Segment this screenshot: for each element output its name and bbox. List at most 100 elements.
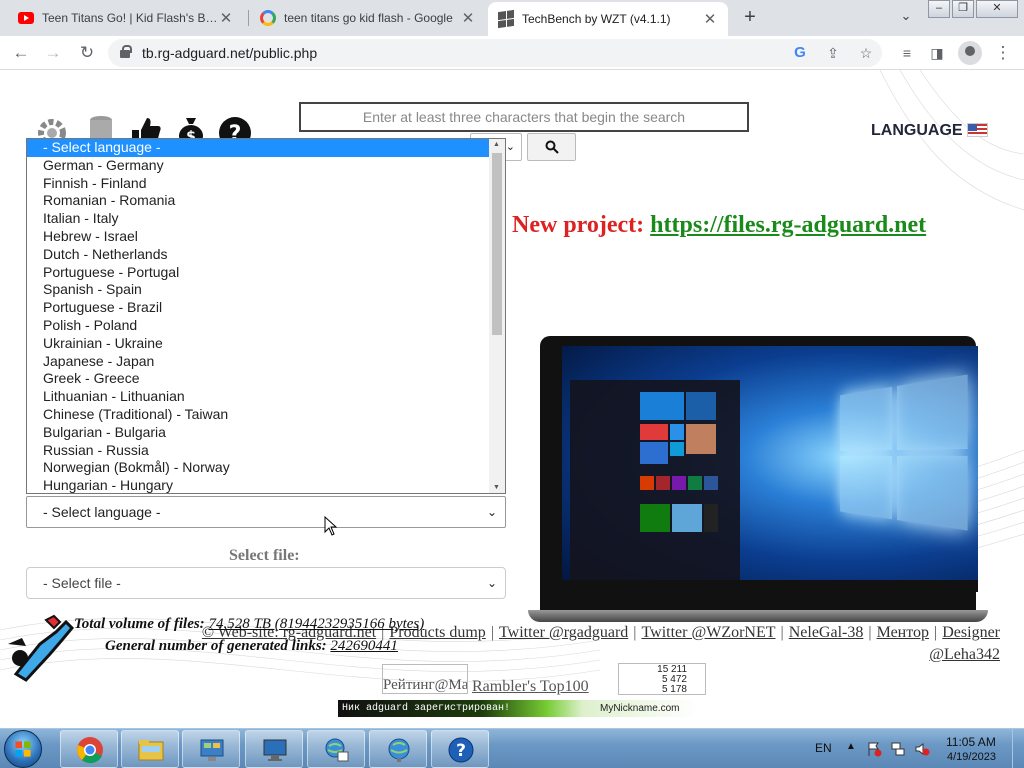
footer-link-twitter-rgadguard[interactable]: Twitter @rgadguard [499,624,628,641]
taskbar-internet[interactable] [369,730,427,768]
taskbar-network[interactable] [307,730,365,768]
google-icon [260,10,276,26]
language-option[interactable]: Italian - Italy [27,210,505,228]
nickname-banner-site: MyNickname.com [600,703,680,714]
close-window-button[interactable]: ✕ [976,0,1018,18]
language-select-value: - Select language - [43,504,161,520]
language-option[interactable]: Norwegian (Bokmål) - Norway [27,459,505,477]
control-panel-icon [200,739,224,761]
language-option[interactable]: Portuguese - Portugal [27,264,505,282]
runner-logo-icon [8,614,75,682]
screen-taskbar-image [562,580,978,592]
close-icon[interactable]: ✕ [702,10,718,28]
footer-link-leha[interactable]: @Leha342 [929,646,1000,663]
clock-date[interactable]: 4/19/2023 [947,751,996,763]
mailru-counter[interactable]: Рейтинг@Mail.ru [382,664,468,694]
language-option[interactable]: German - Germany [27,157,505,175]
language-option[interactable]: Ukrainian - Ukraine [27,335,505,353]
windows-taskbar: ? EN ▲ 11:05 AM 4/19/2023 [0,728,1024,768]
language-option[interactable]: Polish - Poland [27,317,505,335]
language-option[interactable]: Hungarian - Hungary [27,477,505,493]
language-option[interactable]: Chinese (Traditional) - Taiwan [27,406,505,424]
share-icon[interactable]: ⇪ [823,43,843,63]
volume-muted-icon[interactable] [914,741,930,757]
rambler-counter[interactable]: Rambler's Top100 [472,678,589,696]
globe-icon [388,738,410,762]
file-select[interactable]: - Select file - ⌄ [26,567,506,599]
reading-list-icon[interactable]: ≡ [896,42,918,64]
show-desktop-button[interactable] [1012,729,1024,768]
laptop-image [528,336,988,626]
total-volume-value: 74.528 TB (81944232935166 bytes) [208,616,425,632]
profile-avatar[interactable] [958,41,982,65]
taskbar-chrome[interactable] [60,730,118,768]
tab-title: TechBench by WZT (v4.1.1) [522,12,671,26]
lock-icon[interactable] [120,45,132,58]
tab-search-chevron-icon[interactable]: ⌄ [896,8,916,28]
language-option[interactable]: Bulgarian - Bulgaria [27,424,505,442]
restore-button[interactable]: ❐ [952,0,974,18]
scroll-down-arrow-icon[interactable]: ▼ [493,484,500,491]
nickname-banner[interactable]: Ник adguard зарегистрирован! MyNickname.… [338,700,698,717]
start-button[interactable] [4,730,42,768]
search-button[interactable] [527,133,576,161]
new-project-link[interactable]: https://files.rg-adguard.net [650,212,926,238]
language-option[interactable]: Spanish - Spain [27,281,505,299]
language-option[interactable]: Portuguese - Brazil [27,299,505,317]
action-center-flag-icon[interactable] [866,741,882,757]
minimize-button[interactable]: – [928,0,950,18]
taskbar-explorer[interactable] [121,730,179,768]
taskbar-computer[interactable] [245,730,303,768]
language-option[interactable]: Japanese - Japan [27,353,505,371]
language-option[interactable]: Finnish - Finland [27,175,505,193]
close-icon[interactable]: ✕ [218,9,234,27]
windows-favicon-icon [498,9,514,29]
liveinternet-counter[interactable]: 15 211 5 472 5 178 [618,663,706,695]
url-text[interactable]: tb.rg-adguard.net/public.php [142,45,317,61]
us-flag-icon[interactable] [967,123,988,137]
back-arrow-icon[interactable]: ← [10,42,32,64]
reload-icon[interactable]: ↻ [76,42,98,64]
bookmark-star-icon[interactable]: ☆ [856,43,876,63]
footer-link-twitter-wzornet[interactable]: Twitter @WZorNET [642,624,776,641]
forward-arrow-icon[interactable]: → [42,42,64,64]
scrollbar-thumb[interactable] [492,153,502,335]
windows-logo-icon [840,373,974,538]
input-language[interactable]: EN [815,741,832,755]
close-icon[interactable]: ✕ [460,9,476,27]
tab-youtube[interactable]: Teen Titans Go! | Kid Flash's Best ✕ [8,0,244,36]
dropdown-scrollbar[interactable]: ▲ ▼ [489,139,505,493]
chrome-icon [77,737,103,764]
search-icon [545,140,559,154]
side-panel-icon[interactable]: ◨ [926,42,948,64]
new-tab-button[interactable]: + [738,6,762,30]
language-select[interactable]: - Select language - ⌄ [26,496,506,528]
language-option[interactable]: Greek - Greece [27,370,505,388]
footer-link-mentor[interactable]: Ментор [877,624,929,641]
footer-link-designer[interactable]: Designer [942,624,1000,641]
language-dropdown-list[interactable]: - Select language - German - Germany Finni… [26,138,506,494]
language-label[interactable]: LANGUAGE [871,122,963,140]
footer-link-nelegal[interactable]: NeleGal-38 [789,624,864,641]
show-hidden-icons-icon[interactable]: ▲ [846,741,856,752]
language-option[interactable]: Hebrew - Israel [27,228,505,246]
generated-links-value: 242690441 [330,638,398,654]
language-option[interactable]: Russian - Russia [27,442,505,460]
language-option[interactable]: Dutch - Netherlands [27,246,505,264]
search-input[interactable]: Enter at least three characters that beg… [299,102,749,132]
menu-kebab-icon[interactable]: ⋮ [992,42,1014,64]
scroll-up-arrow-icon[interactable]: ▲ [493,141,500,148]
tab-title: Teen Titans Go! | Kid Flash's Best [42,11,218,25]
language-option[interactable]: Romanian - Romania [27,192,505,210]
network-icon[interactable] [890,741,906,757]
tab-google[interactable]: teen titans go kid flash - Google ✕ [250,0,486,36]
taskbar-help[interactable]: ? [431,730,489,768]
taskbar-control-panel[interactable] [182,730,240,768]
address-bar[interactable]: tb.rg-adguard.net/public.php G ⇪ ☆ [108,39,882,67]
language-option[interactable]: Lithuanian - Lithuanian [27,388,505,406]
tab-techbench[interactable]: TechBench by WZT (v4.1.1) ✕ [488,2,728,36]
generated-links-stat: General number of generated links: 24269… [105,638,398,655]
language-option[interactable]: - Select language - [27,139,505,157]
clock-time[interactable]: 11:05 AM [946,735,996,749]
google-lens-icon[interactable]: G [790,43,810,63]
